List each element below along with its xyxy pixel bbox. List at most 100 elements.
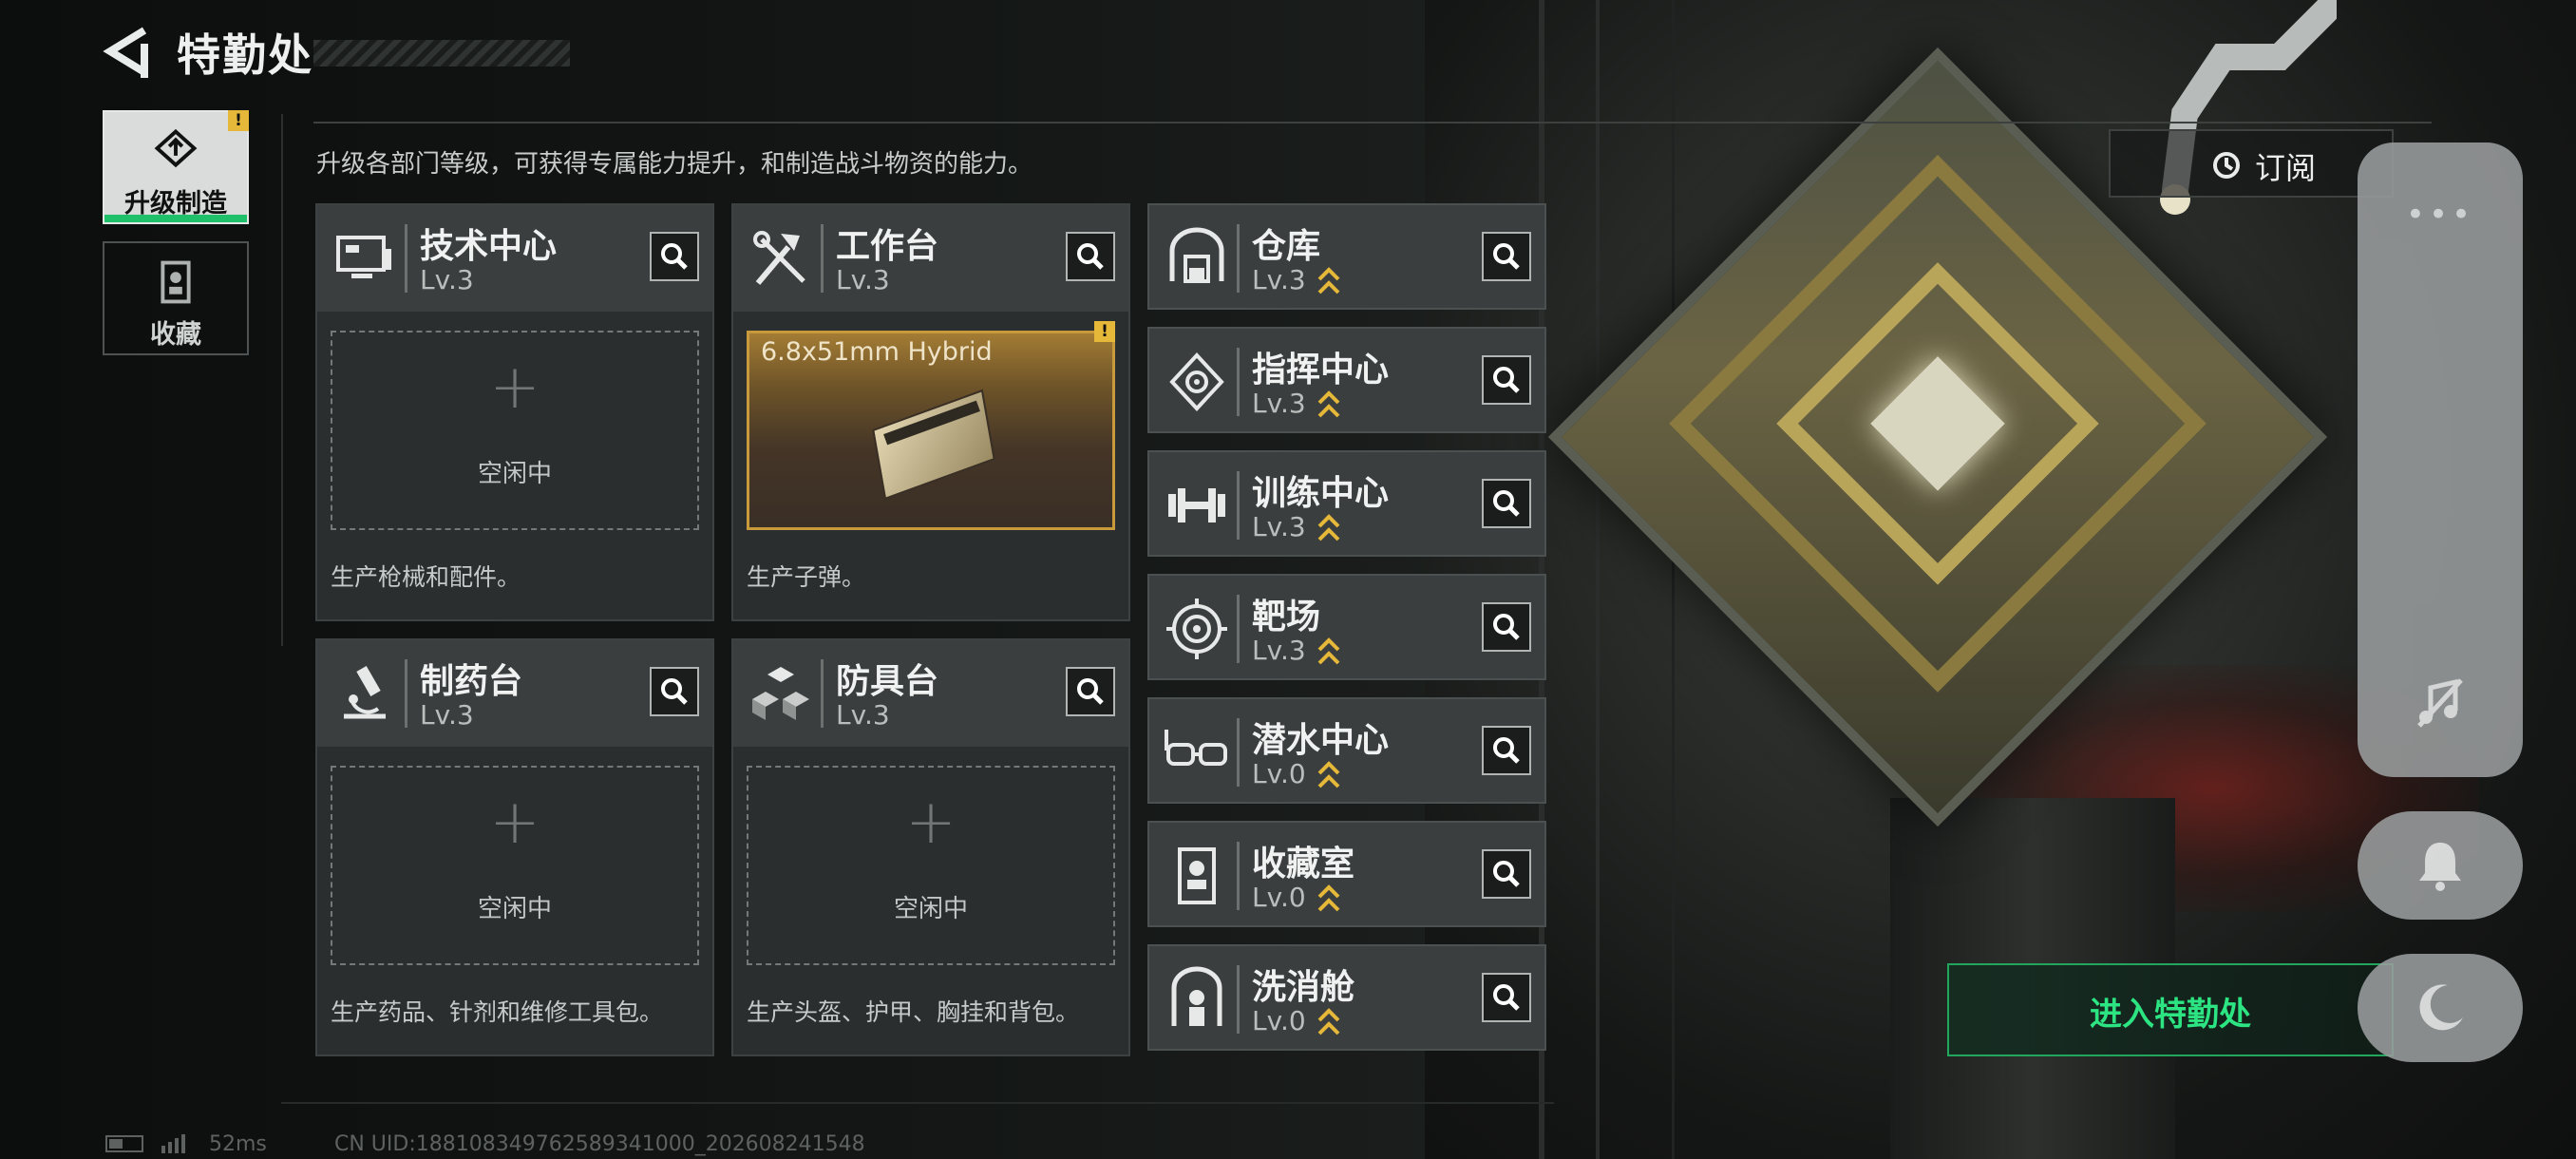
station-card-tech-center[interactable]: 技术中心 Lv.3 + 空闲中 生产枪械和配件。 xyxy=(315,203,714,621)
card-separator xyxy=(821,224,824,293)
production-slot[interactable]: + 空闲中 xyxy=(331,766,699,965)
microscope-icon xyxy=(344,666,386,719)
upgrade-available-icon xyxy=(1317,390,1340,418)
inspect-button[interactable] xyxy=(1482,602,1531,652)
battery-signal-icon xyxy=(105,1134,185,1153)
footer-divider xyxy=(281,1102,1554,1104)
search-icon xyxy=(1493,490,1520,517)
department-level: Lv.3 xyxy=(1252,635,1306,666)
enter-special-ops-button[interactable]: 进入特勤处 xyxy=(1947,963,2394,1056)
subscribe-button[interactable]: 订阅 xyxy=(2109,129,2394,198)
inspect-button[interactable] xyxy=(1066,232,1115,281)
upgrade-available-icon xyxy=(1317,514,1340,542)
department-name: 洗消舱 xyxy=(1252,968,1355,1007)
header-divider xyxy=(313,122,2432,124)
command-icon xyxy=(1169,352,1224,411)
ping-indicator: 52ms xyxy=(209,1132,267,1156)
department-name: 潜水中心 xyxy=(1252,721,1390,760)
more-options-icon[interactable]: ••• xyxy=(2358,196,2523,234)
music-muted-icon[interactable] xyxy=(2412,674,2469,732)
department-name: 指挥中心 xyxy=(1252,351,1390,390)
robot-arm xyxy=(2160,0,2337,215)
upgrade-available-icon xyxy=(1317,637,1340,665)
upgrade-icon xyxy=(154,128,198,168)
station-card-workbench[interactable]: 工作台 Lv.3 6.8x51mm Hybrid ! 生产子弹。 xyxy=(731,203,1130,621)
production-alert-badge: ! xyxy=(1094,321,1115,342)
card-separator xyxy=(1237,842,1240,910)
department-row-warehouse[interactable]: 仓库 Lv.3 xyxy=(1147,203,1546,310)
enter-button-label: 进入特勤处 xyxy=(2090,996,2251,1034)
search-icon xyxy=(1493,367,1520,393)
card-separator xyxy=(1237,965,1240,1034)
card-separator xyxy=(405,659,407,728)
warehouse-icon xyxy=(1169,227,1224,283)
inspect-button[interactable] xyxy=(1066,667,1115,716)
collection-icon xyxy=(161,260,191,304)
notification-toggle[interactable] xyxy=(2358,811,2523,920)
search-icon xyxy=(661,678,688,705)
inspect-button[interactable] xyxy=(1482,232,1531,281)
department-level: Lv.3 xyxy=(1252,264,1306,295)
dumbbell-icon xyxy=(1168,488,1225,522)
department-row-diving-center[interactable]: 潜水中心 Lv.0 xyxy=(1147,697,1546,804)
card-separator xyxy=(821,659,824,728)
department-name: 仓库 xyxy=(1252,227,1321,266)
tab-label: 收藏 xyxy=(150,320,201,350)
upgrade-available-icon xyxy=(1317,884,1340,912)
search-icon xyxy=(1493,861,1520,887)
page-description: 升级各部门等级，可获得专属能力提升，和制造战斗物资的能力。 xyxy=(316,150,1033,179)
station-name: 制药台 xyxy=(420,662,523,701)
department-row-command-center[interactable]: 指挥中心 Lv.3 xyxy=(1147,327,1546,433)
armor-blocks-icon xyxy=(752,667,809,720)
card-header: 防具台 Lv.3 xyxy=(733,640,1128,747)
back-button[interactable] xyxy=(103,25,150,78)
station-description: 生产药品、针剂和维修工具包。 xyxy=(331,998,664,1026)
department-row-collection-room[interactable]: 收藏室 Lv.0 xyxy=(1147,821,1546,927)
upgrade-available-icon xyxy=(1317,1008,1340,1036)
inspect-button[interactable] xyxy=(1482,849,1531,899)
title-decoration xyxy=(313,40,570,66)
search-icon xyxy=(1493,614,1520,640)
production-item-slot[interactable]: 6.8x51mm Hybrid xyxy=(747,331,1115,530)
display-case-icon xyxy=(1178,847,1216,904)
station-name: 防具台 xyxy=(836,662,939,701)
card-header: 技术中心 Lv.3 xyxy=(317,205,712,312)
department-level: Lv.0 xyxy=(1252,1005,1306,1036)
station-card-pharmacy[interactable]: 制药台 Lv.3 + 空闲中 生产药品、针剂和维修工具包。 xyxy=(315,638,714,1056)
user-uid: CN UID:188108349762589341000_20260824154… xyxy=(334,1132,865,1156)
inspect-button[interactable] xyxy=(1482,355,1531,405)
station-level: Lv.3 xyxy=(836,699,890,731)
tab-collection[interactable]: 收藏 xyxy=(103,241,249,355)
search-icon xyxy=(661,243,688,270)
department-row-shooting-range[interactable]: 靶场 Lv.3 xyxy=(1147,574,1546,680)
inspect-button[interactable] xyxy=(650,667,699,716)
station-level: Lv.3 xyxy=(836,264,890,295)
department-row-decon-chamber[interactable]: 洗消舱 Lv.0 xyxy=(1147,944,1546,1051)
tab-upgrade-craft[interactable]: 升级制造 xyxy=(103,110,249,224)
inspect-button[interactable] xyxy=(650,232,699,281)
inspect-button[interactable] xyxy=(1482,479,1531,528)
inspect-button[interactable] xyxy=(1482,726,1531,775)
night-mode-toggle[interactable] xyxy=(2358,954,2523,1062)
scaffold-beam xyxy=(1672,0,1675,1159)
station-name: 工作台 xyxy=(836,227,939,266)
production-slot[interactable]: + 空闲中 xyxy=(747,766,1115,965)
station-card-armor[interactable]: 防具台 Lv.3 + 空闲中 生产头盔、护甲、胸挂和背包。 xyxy=(731,638,1130,1056)
slot-status: 空闲中 xyxy=(477,895,552,923)
search-icon xyxy=(1077,243,1104,270)
card-separator xyxy=(1237,718,1240,787)
station-level: Lv.3 xyxy=(420,699,474,731)
station-name: 技术中心 xyxy=(420,227,558,266)
card-header: 制药台 Lv.3 xyxy=(317,640,712,747)
tab-alert-badge: ! xyxy=(228,110,249,131)
card-separator xyxy=(1237,224,1240,293)
inspect-button[interactable] xyxy=(1482,973,1531,1022)
product-name: 6.8x51mm Hybrid xyxy=(761,337,993,367)
department-row-training-center[interactable]: 训练中心 Lv.3 xyxy=(1147,450,1546,557)
page-title: 特勤处 xyxy=(177,29,313,81)
floating-panel[interactable]: ••• xyxy=(2358,142,2523,777)
tab-active-indicator xyxy=(104,215,247,222)
production-slot[interactable]: + 空闲中 xyxy=(331,331,699,530)
department-name: 收藏室 xyxy=(1252,845,1355,884)
search-icon xyxy=(1493,737,1520,764)
